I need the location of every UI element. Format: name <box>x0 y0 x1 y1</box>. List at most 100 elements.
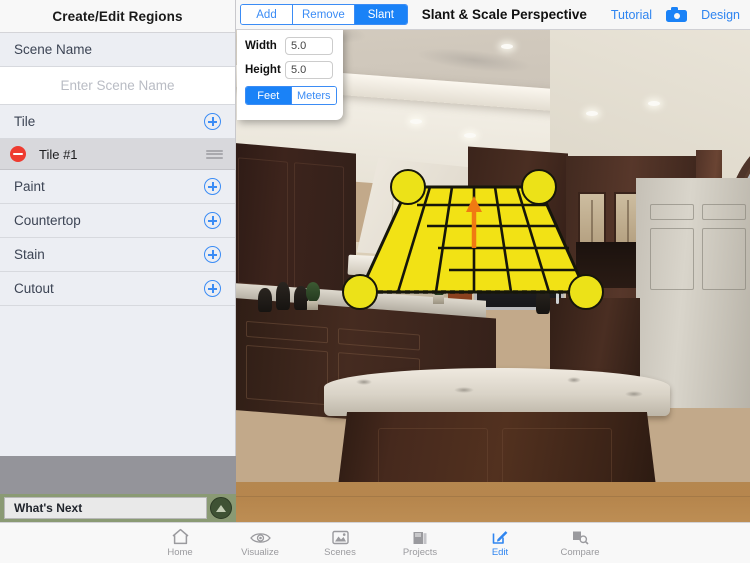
tab-label-projects: Projects <box>402 547 438 558</box>
section-label-paint: Paint <box>14 179 45 194</box>
mode-segmented-control[interactable]: Add Remove Slant <box>240 4 408 25</box>
decor-topiary-pot <box>433 295 444 304</box>
cabinet-drawer <box>246 320 328 344</box>
list-item-label: Tile #1 <box>39 146 78 162</box>
tab-visualize[interactable]: Visualize <box>220 528 300 558</box>
section-label-stain: Stain <box>14 247 45 262</box>
height-row: Height <box>245 61 335 79</box>
section-label-countertop: Countertop <box>14 213 81 228</box>
photo-icon <box>331 528 349 545</box>
minus-circle-icon-tile-1[interactable] <box>10 146 26 162</box>
plus-circle-icon-stain[interactable] <box>204 246 221 263</box>
sidebar-section-tile[interactable]: Tile <box>0 105 235 139</box>
decor-topiary <box>306 282 320 302</box>
app-root: Create/Edit Regions Scene Name Tile Tile… <box>0 0 750 563</box>
upper-cabinets-mid <box>468 146 568 284</box>
tab-scenes[interactable]: Scenes <box>300 528 380 558</box>
tab-edit[interactable]: Edit <box>460 528 540 558</box>
scale-popup-panel: Width Height Feet Meters <box>237 30 343 120</box>
faucet-neck <box>556 274 559 304</box>
camera-lens <box>673 13 680 19</box>
height-label: Height <box>245 64 281 76</box>
toolbar-actions: Tutorial Design <box>611 7 740 22</box>
plus-circle-icon-cutout[interactable] <box>204 280 221 297</box>
plus-circle-icon-paint[interactable] <box>204 178 221 195</box>
recessed-light <box>501 44 513 49</box>
scene-name-row[interactable] <box>0 67 235 105</box>
pencil-square-icon <box>492 528 509 545</box>
compare-icon <box>571 528 589 545</box>
recessed-light <box>648 101 660 106</box>
scene-canvas[interactable]: Family Width 5.0 Height 5.0 Feet Meters <box>236 30 750 522</box>
width-row: Width <box>245 37 335 55</box>
cabinets-right-grey <box>636 178 750 408</box>
list-item-tile-1[interactable]: Tile #1 <box>0 139 235 170</box>
folder-icon <box>412 528 428 545</box>
segment-meters[interactable]: Meters <box>291 87 336 104</box>
bottom-tab-bar: Home Visualize Scenes Projects Edit Comp… <box>0 522 750 563</box>
pot-filler <box>364 274 367 304</box>
scene-name-input[interactable] <box>0 78 235 93</box>
sidebar-section-cutout[interactable]: Cutout <box>0 272 235 306</box>
recessed-light <box>464 133 476 138</box>
decor-topiary <box>432 276 446 296</box>
decor-urn <box>536 288 550 314</box>
tab-label-visualize: Visualize <box>241 547 279 558</box>
regions-sidebar: Create/Edit Regions Scene Name Tile Tile… <box>0 0 236 522</box>
section-label-tile: Tile <box>14 114 36 129</box>
tab-home[interactable]: Home <box>140 528 220 558</box>
cabinet-door <box>702 228 746 290</box>
whats-next-label: What's Next <box>14 501 83 515</box>
recessed-light <box>586 111 598 116</box>
eye-icon <box>249 528 271 545</box>
tile-floor <box>236 482 750 522</box>
family-sign: Family <box>391 196 463 226</box>
whats-next-field[interactable]: What's Next <box>4 497 207 519</box>
cabinet-drawer <box>338 328 420 351</box>
cabinet-drawer <box>650 204 694 220</box>
island-granite-countertop <box>324 368 670 416</box>
tab-projects[interactable]: Projects <box>380 528 460 558</box>
design-button[interactable]: Design <box>701 8 740 22</box>
decor-urn <box>276 282 290 310</box>
sidebar-section-paint[interactable]: Paint <box>0 170 235 204</box>
tab-label-home: Home <box>167 547 193 558</box>
tab-label-compare: Compare <box>560 547 600 558</box>
width-label: Width <box>245 40 277 52</box>
whats-next-bar: What's Next <box>0 494 236 522</box>
range-hood: Family <box>347 158 477 282</box>
home-icon <box>171 528 190 545</box>
height-input[interactable] <box>285 61 333 79</box>
units-segmented-control[interactable]: Feet Meters <box>245 86 337 105</box>
chevron-up-circle-icon[interactable] <box>210 497 232 519</box>
plus-circle-icon-tile[interactable] <box>204 113 221 130</box>
segment-add[interactable]: Add <box>241 5 293 24</box>
tab-label-scenes: Scenes <box>324 547 356 558</box>
toolbar-title: Slant & Scale Perspective <box>421 7 587 22</box>
sidebar-titlebar: Create/Edit Regions <box>0 0 235 33</box>
scene-name-header: Scene Name <box>0 33 235 67</box>
sidebar-grey-band <box>0 456 236 494</box>
cabinet-door <box>294 162 344 293</box>
scene-name-label: Scene Name <box>14 42 93 57</box>
section-label-cutout: Cutout <box>14 281 54 296</box>
camera-icon[interactable] <box>666 7 688 22</box>
page-title: Create/Edit Regions <box>52 8 183 24</box>
width-input[interactable] <box>285 37 333 55</box>
sidebar-section-countertop[interactable]: Countertop <box>0 204 235 238</box>
sidebar-section-stain[interactable]: Stain <box>0 238 235 272</box>
recessed-light <box>410 119 422 124</box>
cabinet-door <box>650 228 694 290</box>
cabinet-door <box>246 344 328 406</box>
decor-topiary-pot <box>307 301 318 310</box>
tutorial-button[interactable]: Tutorial <box>611 8 652 22</box>
plus-circle-icon-countertop[interactable] <box>204 212 221 229</box>
decor-urn <box>258 288 272 312</box>
segment-feet[interactable]: Feet <box>246 87 292 104</box>
tab-compare[interactable]: Compare <box>540 528 620 558</box>
tab-label-edit: Edit <box>491 547 509 558</box>
canvas-toolbar: Add Remove Slant Slant & Scale Perspecti… <box>236 0 750 30</box>
segment-remove[interactable]: Remove <box>293 5 355 24</box>
grip-handle-icon-tile-1[interactable] <box>206 149 223 159</box>
cabinet-drawer <box>702 204 746 220</box>
